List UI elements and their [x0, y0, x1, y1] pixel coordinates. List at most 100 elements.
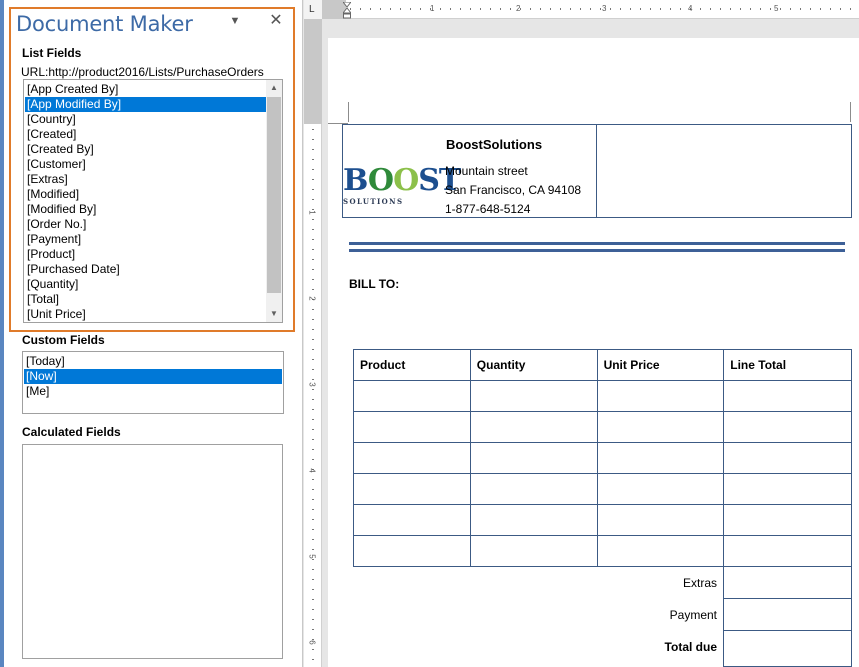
- ruler-number: 5: [307, 554, 317, 559]
- ruler-tick: [312, 609, 314, 610]
- list-fields-scrollbar[interactable]: ▲ ▼: [266, 80, 282, 322]
- ruler-tick: [312, 129, 314, 130]
- ruler-tick: [312, 179, 314, 180]
- table-cell[interactable]: [596, 380, 725, 412]
- table-cell[interactable]: [353, 504, 471, 536]
- table-header-cell: Unit Price: [596, 349, 725, 381]
- ruler-number: 1: [430, 4, 435, 13]
- ruler-tick: [312, 349, 314, 350]
- table-cell[interactable]: [353, 411, 471, 443]
- ruler-tick: [312, 439, 314, 440]
- table-cell[interactable]: [469, 473, 598, 505]
- scroll-up-icon[interactable]: ▲: [266, 80, 282, 96]
- ruler-tick: [840, 8, 841, 10]
- table-cell[interactable]: [723, 411, 852, 443]
- calculated-fields-label: Calculated Fields: [22, 425, 121, 439]
- table-cell[interactable]: [353, 442, 471, 474]
- table-cell[interactable]: [353, 473, 471, 505]
- totals-label: Payment: [669, 608, 717, 622]
- totals-value-cell[interactable]: [723, 567, 852, 599]
- ruler-tick: [550, 8, 551, 10]
- list-field-item[interactable]: [App Created By]: [25, 82, 266, 97]
- ruler-tick: [312, 399, 314, 400]
- list-field-item[interactable]: [Created]: [25, 127, 266, 142]
- table-cell[interactable]: [723, 380, 852, 412]
- list-field-item[interactable]: [Modified]: [25, 187, 266, 202]
- pane-close-icon[interactable]: ✕: [267, 12, 285, 30]
- ruler-tick: [450, 8, 451, 10]
- table-cell[interactable]: [596, 442, 725, 474]
- table-cell[interactable]: [469, 535, 598, 567]
- totals-value-cell[interactable]: [723, 599, 852, 631]
- table-cell[interactable]: [723, 535, 852, 567]
- table-cell[interactable]: [469, 411, 598, 443]
- list-field-item[interactable]: [Country]: [25, 112, 266, 127]
- ruler-tick: [312, 449, 314, 450]
- vertical-ruler[interactable]: 1 2 3 4 5 6: [304, 19, 322, 667]
- totals-label: Extras: [682, 576, 717, 590]
- ruler-tick: [312, 199, 314, 200]
- crop-mark: [850, 102, 851, 122]
- calculated-fields-box[interactable]: [22, 444, 283, 659]
- ruler-tick: [312, 549, 314, 550]
- list-fields-label: List Fields: [22, 46, 82, 60]
- horizontal-ruler[interactable]: 1 2 3 4 5: [322, 0, 859, 19]
- list-field-item[interactable]: [Unit Price]: [25, 307, 266, 322]
- ruler-tick: [400, 8, 401, 10]
- list-field-item[interactable]: [Order No.]: [25, 217, 266, 232]
- table-cell[interactable]: [723, 473, 852, 505]
- table-row: [353, 473, 852, 505]
- list-field-item[interactable]: [Created By]: [25, 142, 266, 157]
- scroll-thumb[interactable]: [267, 97, 281, 293]
- ruler-tick: [312, 279, 314, 280]
- ruler-number: 3: [307, 382, 317, 387]
- list-field-item[interactable]: [Payment]: [25, 232, 266, 247]
- table-cell[interactable]: [469, 442, 598, 474]
- list-field-item[interactable]: [Extras]: [25, 172, 266, 187]
- custom-field-item[interactable]: [Now]: [24, 369, 282, 384]
- pane-menu-chevron-icon[interactable]: ▼: [226, 12, 244, 30]
- table-cell[interactable]: [353, 380, 471, 412]
- custom-field-item[interactable]: [Me]: [24, 384, 282, 399]
- list-fields-listbox[interactable]: [App Created By] [App Modified By] [Countr…: [23, 79, 283, 323]
- totals-value-cell[interactable]: [723, 631, 852, 667]
- ruler-tick: [312, 409, 314, 410]
- list-field-item[interactable]: [App Modified By]: [25, 97, 266, 112]
- list-field-item[interactable]: [Customer]: [25, 157, 266, 172]
- table-cell[interactable]: [596, 473, 725, 505]
- table-cell[interactable]: [596, 504, 725, 536]
- boost-solutions-logo: BOOST SOLUTIONS: [343, 163, 461, 206]
- ruler-tick: [740, 8, 741, 10]
- ruler-tick: [312, 259, 314, 260]
- list-field-item[interactable]: [Modified By]: [25, 202, 266, 217]
- list-field-item[interactable]: [Total]: [25, 292, 266, 307]
- list-field-item[interactable]: [Quantity]: [25, 277, 266, 292]
- crop-mark: [348, 102, 349, 122]
- table-cell[interactable]: [469, 380, 598, 412]
- table-cell[interactable]: [469, 504, 598, 536]
- table-row: [353, 535, 852, 567]
- scroll-down-icon[interactable]: ▼: [266, 306, 282, 322]
- custom-fields-listbox[interactable]: [Today] [Now] [Me]: [22, 351, 284, 414]
- ruler-tick: [312, 509, 314, 510]
- ruler-number: 2: [516, 4, 521, 13]
- tab-stop-icon[interactable]: L: [309, 4, 315, 15]
- table-cell[interactable]: [353, 535, 471, 567]
- ruler-tick: [312, 429, 314, 430]
- ruler-tick: [460, 8, 461, 10]
- list-field-item[interactable]: [Purchased Date]: [25, 262, 266, 277]
- ruler-tick: [830, 8, 831, 10]
- table-cell[interactable]: [723, 504, 852, 536]
- table-cell[interactable]: [596, 411, 725, 443]
- indent-marker-icon[interactable]: [343, 2, 351, 19]
- table-cell[interactable]: [723, 442, 852, 474]
- pane-accent-bar: [0, 0, 4, 667]
- ruler-tick: [312, 379, 314, 380]
- table-cell[interactable]: [596, 535, 725, 567]
- ruler-tick: [312, 369, 314, 370]
- list-field-item[interactable]: [Product]: [25, 247, 266, 262]
- ruler-tick: [560, 8, 561, 10]
- ruler-tick: [770, 8, 771, 10]
- ruler-tick: [312, 489, 314, 490]
- custom-field-item[interactable]: [Today]: [24, 354, 282, 369]
